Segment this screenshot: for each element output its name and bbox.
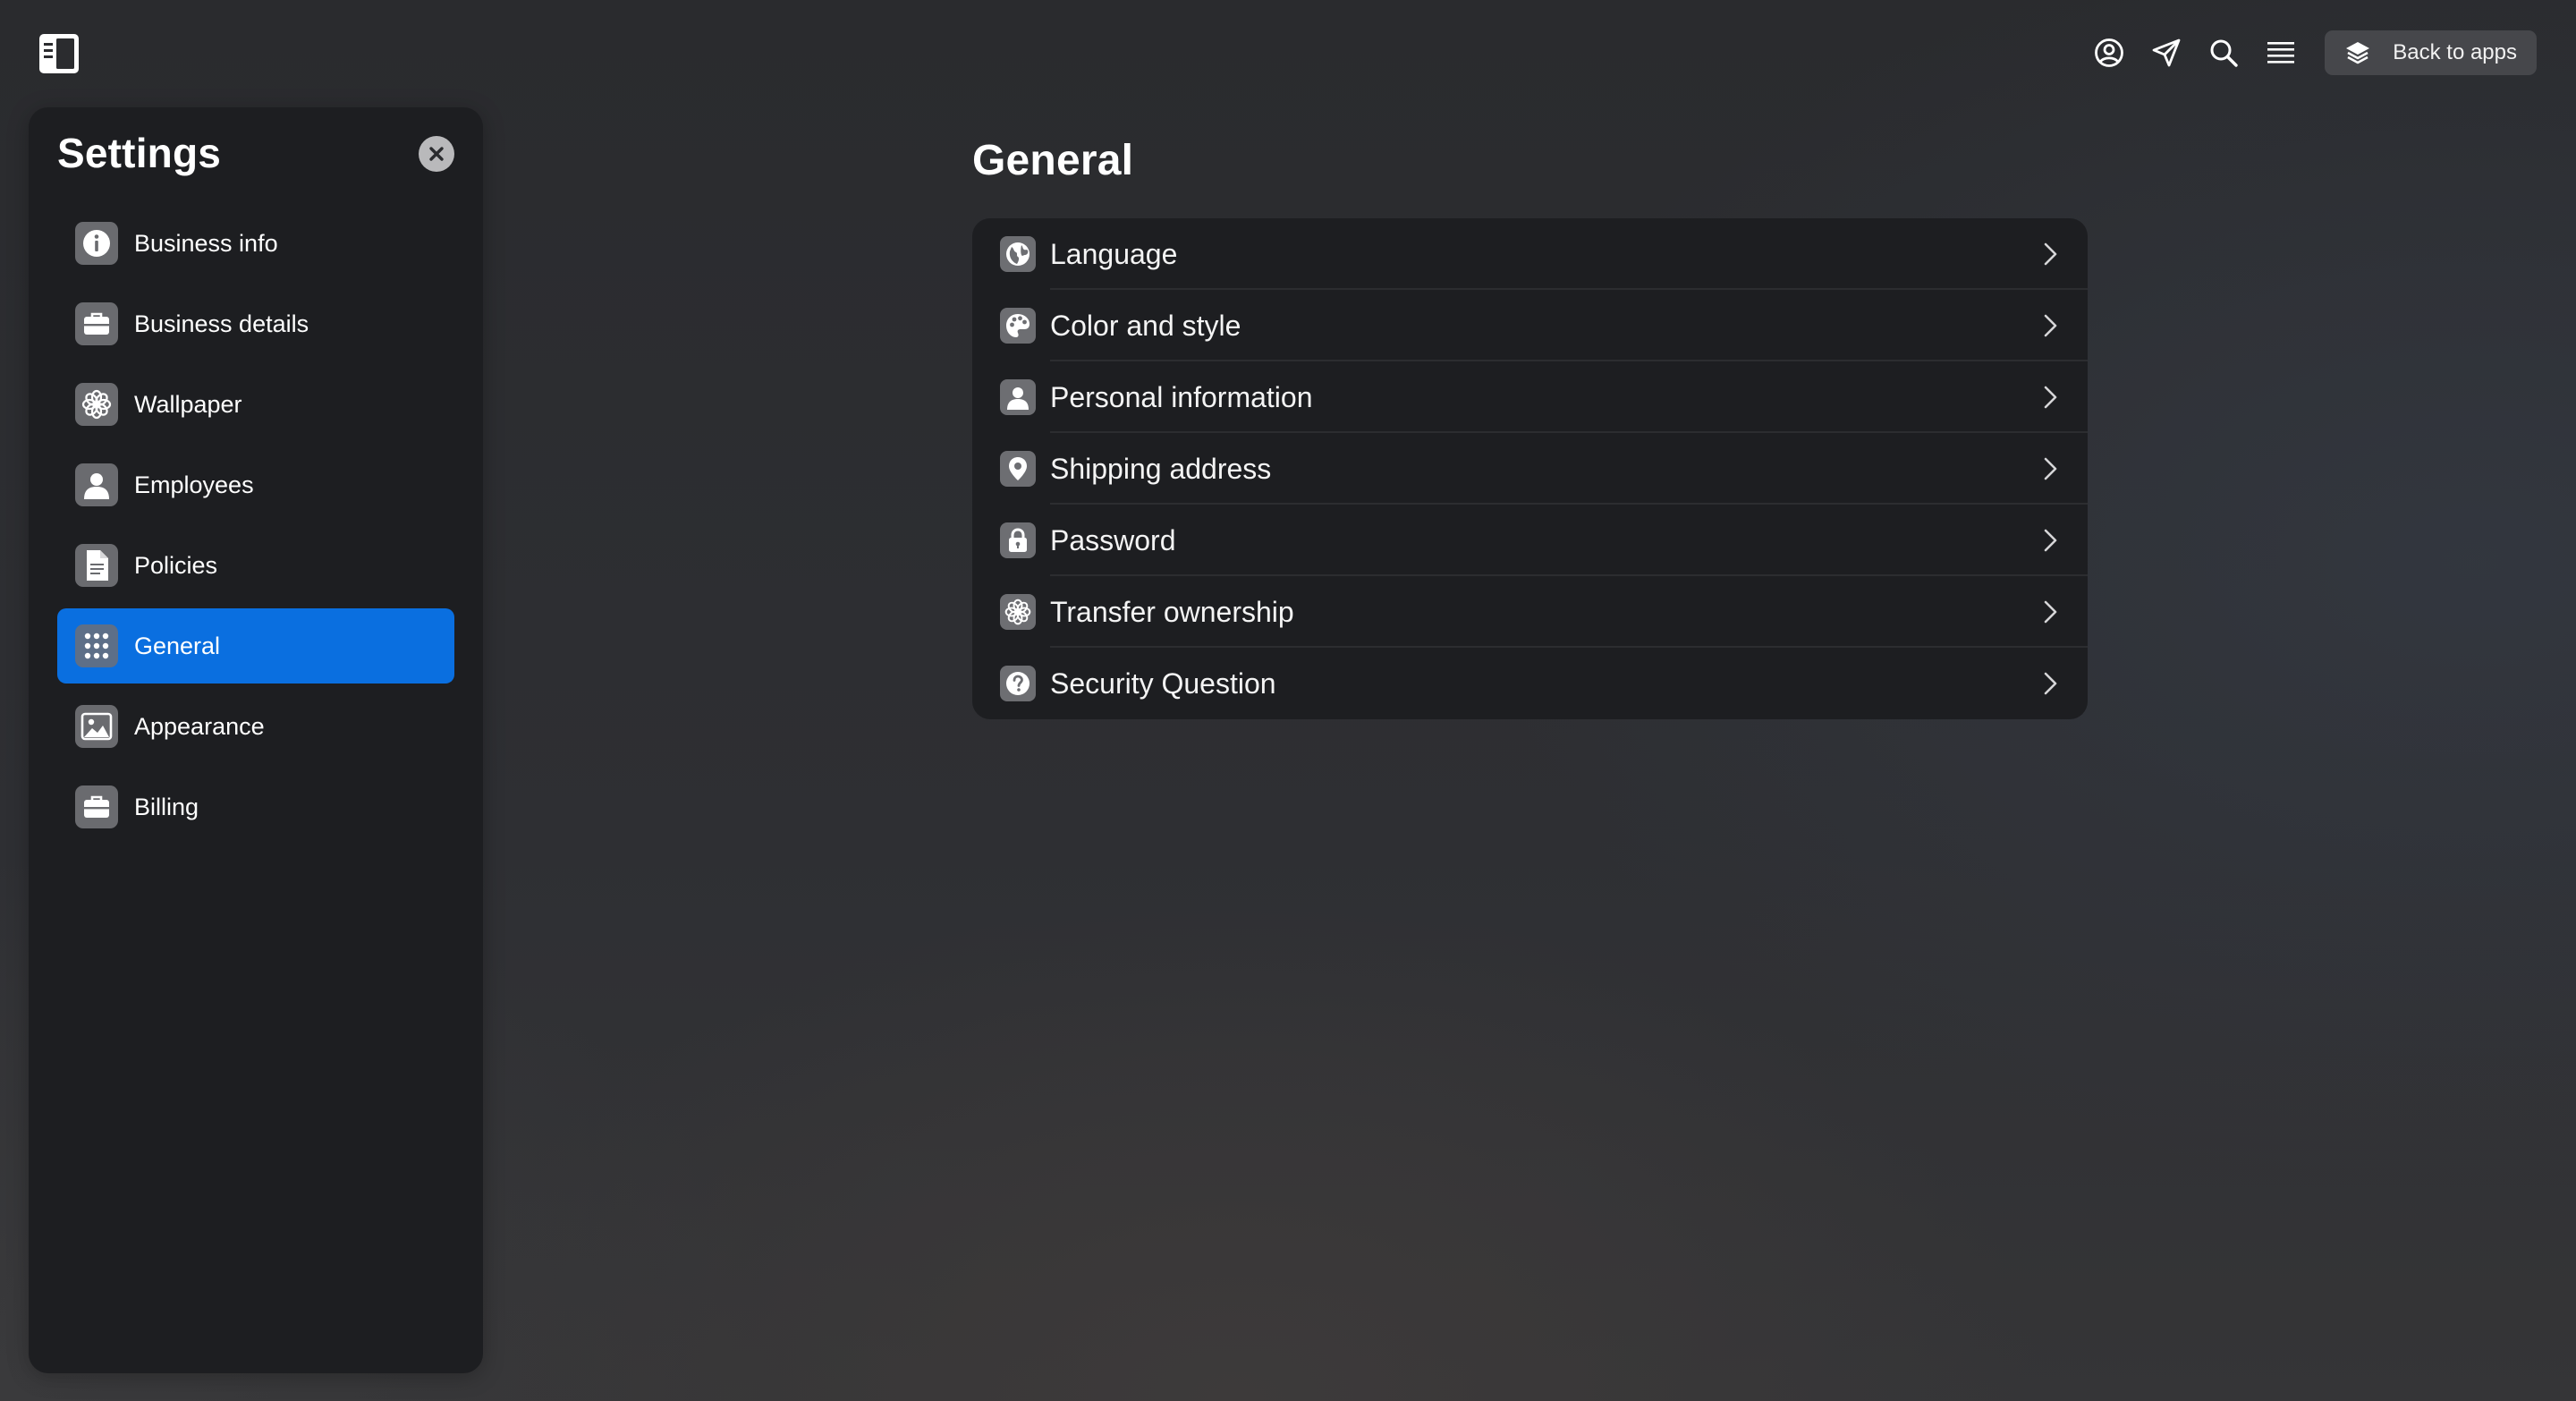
sidebar-item-label: Appearance — [134, 712, 265, 740]
search-button[interactable] — [2205, 34, 2242, 72]
sidebar-item-label: Business details — [134, 310, 309, 337]
sidebar-item-business-details[interactable]: Business details — [57, 286, 454, 361]
sidebar-item-label: Employees — [134, 471, 254, 498]
lock-icon — [1000, 522, 1036, 558]
chevron-right-icon — [2044, 242, 2057, 266]
sidebar-item-appearance[interactable]: Appearance — [57, 689, 454, 764]
chevron-right-icon — [2044, 529, 2057, 552]
search-icon — [2210, 39, 2238, 67]
sidebar-item-label: Wallpaper — [134, 390, 242, 418]
sidebar-item-label: Billing — [134, 793, 199, 820]
option-shipping-address[interactable]: Shipping address — [972, 433, 2088, 505]
flower-icon — [75, 383, 118, 426]
option-label: Transfer ownership — [1050, 595, 1294, 628]
sidebar-item-billing[interactable]: Billing — [57, 769, 454, 845]
account-circle-icon — [2095, 38, 2124, 67]
option-personal-information[interactable]: Personal information — [972, 361, 2088, 433]
general-options-list: Language Color and style Personal inform… — [972, 218, 2088, 719]
sidebar-item-label: Business info — [134, 229, 278, 257]
chevron-right-icon — [2044, 457, 2057, 480]
option-label: Password — [1050, 523, 1176, 556]
page-title: General — [972, 137, 1134, 184]
chevron-right-icon — [2044, 314, 2057, 337]
account-button[interactable] — [2090, 34, 2128, 72]
option-transfer-ownership[interactable]: Transfer ownership — [972, 576, 2088, 648]
document-icon — [75, 544, 118, 587]
menu-button[interactable] — [2262, 34, 2300, 72]
sidebar-item-label: Policies — [134, 551, 218, 579]
option-language[interactable]: Language — [972, 218, 2088, 290]
chevron-right-icon — [2044, 386, 2057, 409]
image-icon — [75, 705, 118, 748]
chevron-right-icon — [2044, 672, 2057, 695]
back-to-apps-label: Back to apps — [2393, 40, 2517, 64]
stack-icon — [2344, 39, 2371, 66]
briefcase-icon — [75, 785, 118, 828]
option-label: Personal information — [1050, 380, 1313, 413]
option-password[interactable]: Password — [972, 505, 2088, 576]
option-security-question[interactable]: Security Question — [972, 648, 2088, 719]
settings-title: Settings — [57, 130, 222, 176]
close-settings-button[interactable] — [419, 136, 454, 172]
settings-panel: Settings Business info Business details … — [29, 107, 483, 1373]
sidebar-toggle-button[interactable] — [38, 32, 80, 75]
option-label: Language — [1050, 237, 1178, 270]
person-icon — [1000, 379, 1036, 415]
back-to-apps-button[interactable]: Back to apps — [2325, 30, 2537, 75]
sidebar-item-business-info[interactable]: Business info — [57, 206, 454, 281]
palette-icon — [1000, 308, 1036, 344]
close-icon — [429, 147, 444, 161]
location-pin-icon — [1000, 451, 1036, 487]
send-button[interactable] — [2148, 34, 2185, 72]
sidebar-item-employees[interactable]: Employees — [57, 447, 454, 522]
option-color-and-style[interactable]: Color and style — [972, 290, 2088, 361]
sidebar-item-label: General — [134, 632, 221, 659]
person-icon — [75, 463, 118, 506]
settings-nav: Business info Business details Wallpaper… — [57, 206, 454, 850]
sidebar-icon — [39, 34, 79, 73]
flower-icon — [1000, 594, 1036, 630]
briefcase-icon — [75, 302, 118, 345]
sidebar-item-general[interactable]: General — [57, 608, 454, 684]
menu-icon — [2267, 42, 2295, 64]
globe-icon — [1000, 236, 1036, 272]
question-icon — [1000, 666, 1036, 701]
chevron-right-icon — [2044, 600, 2057, 624]
sidebar-item-policies[interactable]: Policies — [57, 528, 454, 603]
sidebar-item-wallpaper[interactable]: Wallpaper — [57, 367, 454, 442]
top-toolbar: Back to apps — [2090, 30, 2537, 75]
option-label: Color and style — [1050, 309, 1241, 342]
send-icon — [2152, 38, 2181, 67]
info-icon — [75, 222, 118, 265]
option-label: Security Question — [1050, 667, 1276, 700]
option-label: Shipping address — [1050, 452, 1272, 485]
grid-icon — [75, 624, 118, 667]
